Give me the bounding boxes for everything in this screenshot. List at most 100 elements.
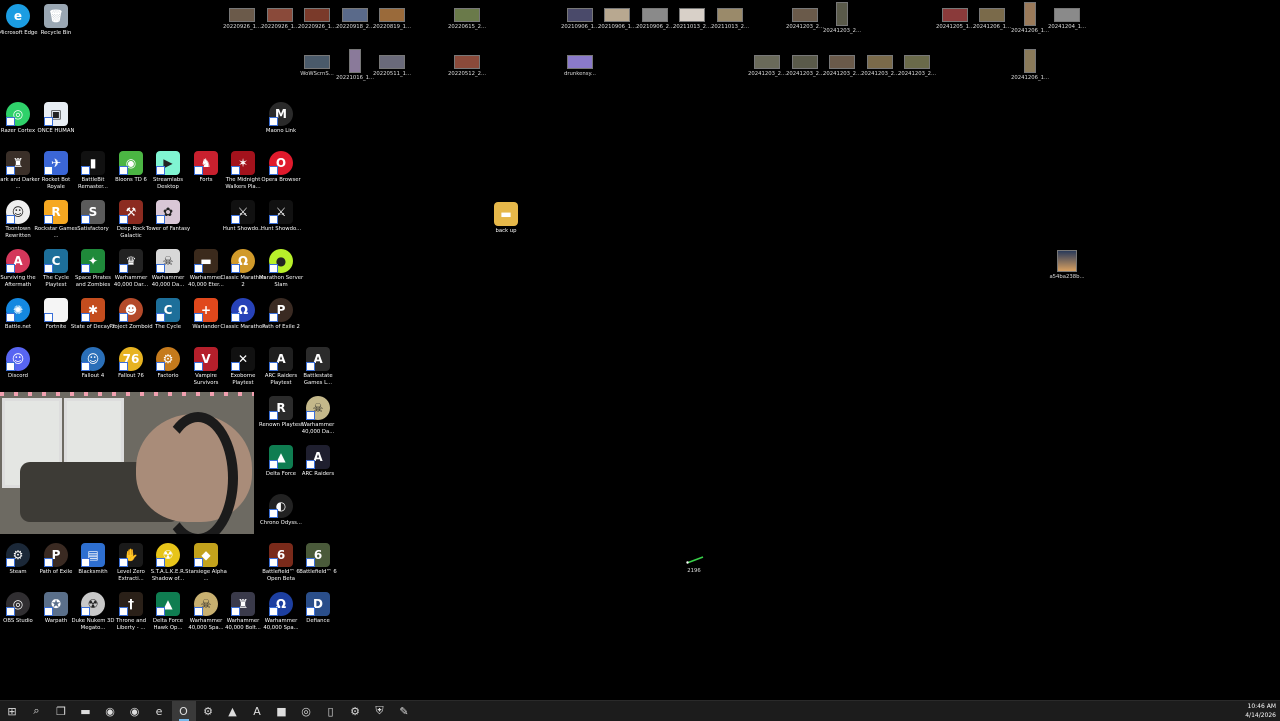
desktop-shortcut[interactable]: ◆ Starsiege Alpha ... <box>183 543 229 583</box>
search-icon[interactable]: ⌕ <box>25 701 49 721</box>
image-file[interactable]: 20241204_1... <box>1044 8 1090 31</box>
battlebit-icon: ▮ <box>81 151 105 175</box>
image-filename: 20241203_2... <box>897 71 937 77</box>
blacksmith-icon: ▤ <box>81 543 105 567</box>
image-file[interactable]: 20220819_1... <box>369 8 415 31</box>
state-of-decay-2-icon: ✱ <box>81 298 105 322</box>
hunt-showdown-icon: ⚔ <box>231 200 255 224</box>
desktop-shortcut[interactable]: 6 Battlefield™ 6 <box>295 543 341 576</box>
notepad-icon[interactable]: ▯ <box>319 701 343 721</box>
folder-label: back up <box>495 228 517 234</box>
image-file[interactable]: 20241203_2... <box>819 2 865 35</box>
desktop-shortcut[interactable]: ◐ Chrono Odyss... <box>258 494 304 527</box>
desktop-shortcut[interactable]: ☺ Discord <box>0 347 41 380</box>
string-lights <box>0 392 254 396</box>
image-filename: 20220819_1... <box>372 24 412 30</box>
chrome-profile-icon[interactable]: ◉ <box>98 701 122 721</box>
image-thumbnail <box>717 8 743 22</box>
image-file[interactable]: drunkensy... <box>557 55 603 78</box>
forts-icon: ♞ <box>194 151 218 175</box>
image-file[interactable]: 20220511_1... <box>369 55 415 78</box>
shortcut-label: Maono Link <box>265 128 297 134</box>
throne-and-liberty-icon: † <box>119 592 143 616</box>
shortcut-label: Tower of Fantasy <box>145 226 191 232</box>
red-app-icon[interactable]: ■ <box>270 701 294 721</box>
level-zero-icon: ✋ <box>119 543 143 567</box>
back-up-folder[interactable]: ▬ back up <box>483 202 529 235</box>
once-human-icon: ▣ <box>44 102 68 126</box>
opera-icon[interactable]: O <box>171 701 196 721</box>
steam-icon[interactable]: ⚙ <box>196 701 220 721</box>
image-thumbnail <box>754 55 780 69</box>
starsiege-icon: ◆ <box>194 543 218 567</box>
image-thumbnail <box>379 8 405 22</box>
image-filename: 20211013_2... <box>710 24 750 30</box>
desktop-shortcut[interactable]: M Maono Link <box>258 102 304 135</box>
windows-start-icon[interactable]: ⊞ <box>0 701 24 721</box>
image-file[interactable]: 20241206_1... <box>1007 49 1053 82</box>
bloons-td6-icon: ◉ <box>119 151 143 175</box>
rockstar-icon: R <box>44 200 68 224</box>
image-thumbnail <box>679 8 705 22</box>
shortcut-label: Opera Browser <box>261 177 301 183</box>
edge-icon: e <box>6 4 30 28</box>
desktop-shortcut[interactable]: ● Marathon Server Slam <box>258 249 304 289</box>
game-app-icon[interactable]: ✎ <box>392 701 416 721</box>
image-file[interactable]: 20241203_2... <box>894 55 940 78</box>
app-icon[interactable]: A <box>245 701 269 721</box>
warhammer-icon: Ω <box>269 592 293 616</box>
settings-icon[interactable]: ⚙ <box>343 701 367 721</box>
desktop-shortcut[interactable]: 🗑 Recycle Bin <box>33 4 79 37</box>
chrome-icon[interactable]: ◉ <box>123 701 147 721</box>
desktop-shortcut[interactable]: A Battlestate Games L... <box>295 347 341 387</box>
photo-file[interactable]: a54ba238b... <box>1044 250 1090 281</box>
warhammer-icon: ☠ <box>156 249 180 273</box>
shortcut-label: Battlestate Games L... <box>303 373 333 386</box>
warhammer-icon[interactable]: ▲ <box>221 701 245 721</box>
image-filename: 20220615_2... <box>447 24 487 30</box>
image-thumbnail <box>1024 2 1036 26</box>
edge-icon[interactable]: e <box>147 701 171 721</box>
shortcut-label: Marathon Server Slam <box>258 275 304 288</box>
shortcut-label: Defiance <box>306 618 330 624</box>
image-thumbnail <box>349 49 361 73</box>
desktop-shortcut[interactable]: ⚔ Hunt Showdo... <box>258 200 304 233</box>
vampire-survivors-icon: V <box>194 347 218 371</box>
desktop-shortcut[interactable]: ▣ ONCE HUMAN <box>33 102 79 135</box>
battlefield-6-icon: 6 <box>306 543 330 567</box>
shortcut-label: Battlefield™ 6 <box>299 569 337 575</box>
factorio-icon: ⚙ <box>156 347 180 371</box>
image-thumbnail <box>836 2 848 26</box>
desktop-shortcut[interactable]: O Opera Browser <box>258 151 304 184</box>
image-thumbnail <box>1024 49 1036 73</box>
desktop-shortcut[interactable]: P Path of Exile 2 <box>258 298 304 331</box>
delta-force-icon: ▲ <box>269 445 293 469</box>
image-file[interactable]: 20220615_2... <box>444 8 490 31</box>
webcam-overlay <box>0 392 254 534</box>
shield-icon[interactable]: ⛨ <box>368 701 392 721</box>
image-thumbnail <box>942 8 968 22</box>
surviving-aftermath-icon: A <box>6 249 30 273</box>
desktop-shortcut[interactable]: D Defiance <box>295 592 341 625</box>
task-view-icon[interactable]: ❐ <box>49 701 73 721</box>
image-file[interactable]: 20211013_2... <box>707 8 753 31</box>
path-of-exile-icon: P <box>44 543 68 567</box>
image-thumbnail <box>604 8 630 22</box>
system-clock[interactable]: 10:46 AM 4/14/2026 <box>1245 702 1276 720</box>
arc-raiders-playtest-icon: A <box>269 347 293 371</box>
image-file[interactable]: 20220512_2... <box>444 55 490 78</box>
shortcut-label: Discord <box>8 373 28 379</box>
fallout-4-icon: ☺ <box>81 347 105 371</box>
delta-force-hawk-ops-icon: ▲ <box>156 592 180 616</box>
image-thumbnail <box>829 55 855 69</box>
desktop-shortcut[interactable]: ✿ Tower of Fantasy <box>145 200 191 233</box>
arc-raiders-icon: A <box>306 445 330 469</box>
image-filename: 20220511_1... <box>372 71 412 77</box>
image-thumbnail <box>454 55 480 69</box>
file-explorer-icon[interactable]: ▬ <box>74 701 98 721</box>
obs-studio-icon[interactable]: ◎ <box>294 701 318 721</box>
tower-of-fantasy-icon: ✿ <box>156 200 180 224</box>
desktop-shortcut[interactable]: ☠ Warhammer 40,000 Da... <box>295 396 341 436</box>
desktop-shortcut[interactable]: A ARC Raiders <box>295 445 341 478</box>
image-filename: 20220512_2... <box>447 71 487 77</box>
